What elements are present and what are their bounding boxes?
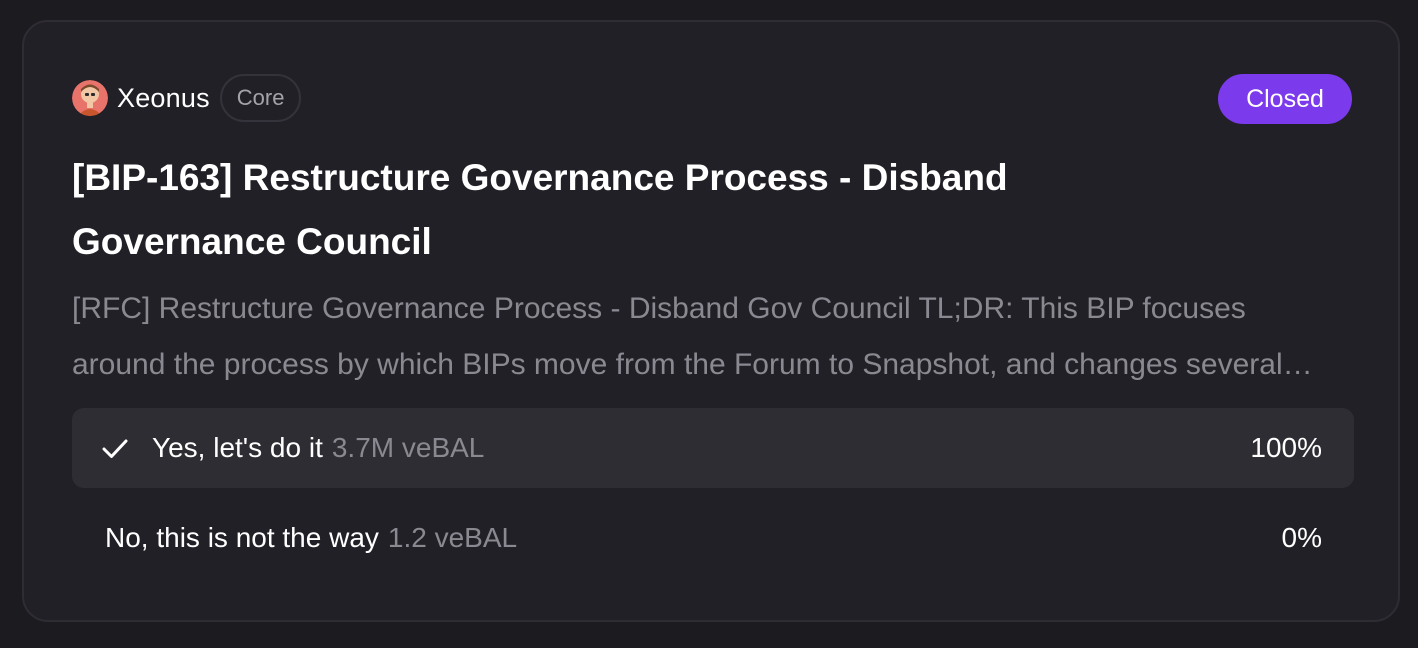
choice-result-yes: Yes, let's do it 3.7M veBAL 100%	[72, 408, 1354, 488]
author-row: Xeonus Core	[72, 72, 302, 124]
choice-label: Yes, let's do it	[152, 432, 323, 463]
proposal-card[interactable]: Xeonus Core Closed [BIP-163] Restructure…	[22, 20, 1400, 622]
choice-label-wrap: Yes, let's do it 3.7M veBAL	[152, 432, 484, 464]
status-badge: Closed	[1218, 74, 1352, 124]
choice-votes: 3.7M veBAL	[331, 432, 485, 463]
choice-votes: 1.2 veBAL	[387, 522, 518, 553]
choice-percent: 0%	[1281, 522, 1322, 553]
proposal-description: [RFC] Restructure Governance Process - D…	[72, 292, 1283, 381]
choice-percent: 100%	[1250, 432, 1322, 463]
choice-result-no: No, this is not the way 1.2 veBAL 0%	[72, 498, 1354, 578]
author-name[interactable]: Xeonus	[117, 83, 210, 114]
choice-label: No, this is not the way	[105, 522, 379, 553]
role-badge: Core	[219, 74, 302, 122]
proposal-title[interactable]: [BIP-163] Restructure Governance Process…	[72, 146, 1172, 274]
check-icon	[102, 439, 128, 458]
choice-label-wrap: No, this is not the way 1.2 veBAL	[105, 522, 517, 554]
author-avatar-icon[interactable]	[72, 80, 108, 116]
